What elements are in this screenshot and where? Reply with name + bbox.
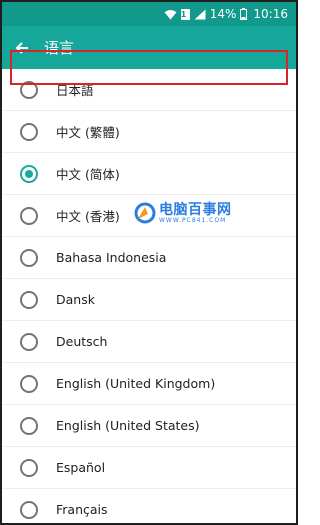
language-label: Bahasa Indonesia: [56, 250, 167, 265]
language-row[interactable]: Español: [2, 447, 296, 489]
radio-unchecked-icon[interactable]: [20, 290, 38, 309]
language-label: 中文 (香港): [56, 209, 120, 224]
language-row[interactable]: 中文 (香港): [2, 195, 296, 237]
sim-icon: 1: [180, 8, 190, 20]
language-label: Dansk: [56, 292, 95, 307]
wifi-icon: [164, 9, 177, 20]
language-row[interactable]: English (United Kingdom): [2, 363, 296, 405]
battery-icon: [240, 8, 248, 20]
language-row[interactable]: Français: [2, 489, 296, 523]
clock-time: 10:16: [253, 7, 288, 21]
language-row[interactable]: 中文 (繁體): [2, 111, 296, 153]
language-label: Español: [56, 460, 106, 475]
battery-percent: 14%: [209, 7, 237, 21]
language-label: 中文 (繁體): [56, 125, 120, 140]
language-label: 中文 (简体): [56, 167, 120, 182]
radio-unchecked-icon[interactable]: [20, 80, 38, 99]
arrow-left-icon: [15, 41, 28, 54]
back-button[interactable]: [2, 26, 42, 69]
radio-unchecked-icon[interactable]: [20, 416, 38, 435]
language-row[interactable]: Dansk: [2, 279, 296, 321]
status-bar: 1 14% 10:16: [2, 2, 296, 26]
radio-unchecked-icon[interactable]: [20, 206, 38, 225]
language-row[interactable]: 中文 (简体): [2, 153, 296, 195]
language-list: 日本語中文 (繁體) 中文 (简体) 中文 (香港) Bahasa Indonesia…: [2, 69, 296, 523]
language-label: English (United States): [56, 418, 200, 433]
radio-unchecked-icon[interactable]: [20, 458, 38, 477]
language-row[interactable]: Bahasa Indonesia: [2, 237, 296, 279]
radio-unchecked-icon[interactable]: [20, 332, 38, 351]
language-label: 日本語: [56, 83, 94, 98]
signal-icon: [194, 9, 206, 20]
radio-unchecked-icon[interactable]: [20, 374, 38, 393]
language-row[interactable]: English (United States): [2, 405, 296, 447]
screen-frame: 1 14% 10:16 语言 日本語中文 (繁體) 中文 (简体) 中文 (香港) B…: [0, 0, 298, 525]
radio-unchecked-icon[interactable]: [20, 122, 38, 141]
language-row[interactable]: 日本語: [2, 69, 296, 111]
language-label: Deutsch: [56, 334, 108, 349]
radio-unchecked-icon[interactable]: [20, 248, 38, 267]
radio-checked-icon[interactable]: [20, 164, 38, 183]
language-label: Français: [56, 502, 108, 517]
language-row[interactable]: Deutsch: [2, 321, 296, 363]
page-title: 语言: [44, 39, 75, 57]
radio-unchecked-icon[interactable]: [20, 500, 38, 519]
app-bar: 语言: [2, 26, 296, 69]
language-label: English (United Kingdom): [56, 376, 216, 391]
